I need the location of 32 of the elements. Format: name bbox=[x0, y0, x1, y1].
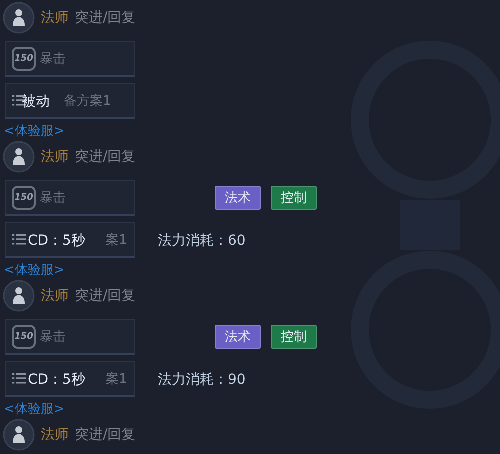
mana-cost-text: 法力消耗：60 bbox=[158, 232, 246, 250]
level-badge: 150 bbox=[12, 46, 36, 71]
level-badge: 150 bbox=[12, 186, 36, 210]
hero-role: 法师 bbox=[41, 426, 69, 444]
mage-avatar-icon bbox=[3, 280, 35, 312]
server-label: <体验服> bbox=[4, 123, 65, 140]
server-label: <体验服> bbox=[4, 262, 65, 280]
hero-role: 法师 bbox=[41, 8, 69, 27]
passive-label: 被动 bbox=[22, 92, 50, 111]
mage-avatar-icon bbox=[3, 419, 35, 451]
equipment-slot[interactable]: 150 暴击 bbox=[5, 319, 135, 356]
hero-traits: 突进/回复 bbox=[75, 286, 136, 305]
equipment-slot[interactable]: 150 暴击 bbox=[5, 41, 135, 78]
mage-avatar-icon bbox=[3, 140, 35, 173]
hero-traits: 突进/回复 bbox=[75, 426, 136, 444]
server-label: <体验服> bbox=[4, 401, 65, 418]
hero-traits: 突进/回复 bbox=[75, 148, 136, 166]
cooldown-text: CD：5秒 bbox=[28, 370, 86, 389]
hero-traits: 突进/回复 bbox=[75, 8, 136, 27]
skill-tag: 法术 bbox=[215, 186, 261, 210]
skill-tag: 控制 bbox=[271, 186, 317, 210]
hero-role: 法师 bbox=[41, 148, 69, 166]
mage-avatar-icon bbox=[3, 2, 35, 34]
skill-tag: 法术 bbox=[215, 325, 261, 350]
list-icon bbox=[12, 234, 26, 246]
hero-role: 法师 bbox=[41, 286, 69, 305]
cooldown-text: CD：5秒 bbox=[28, 232, 86, 250]
equipment-slot[interactable]: 150 暴击 bbox=[5, 180, 135, 216]
level-badge: 150 bbox=[12, 324, 36, 349]
list-icon bbox=[12, 373, 26, 384]
skill-tag: 控制 bbox=[271, 325, 317, 350]
mana-cost-text: 法力消耗：90 bbox=[158, 370, 246, 389]
